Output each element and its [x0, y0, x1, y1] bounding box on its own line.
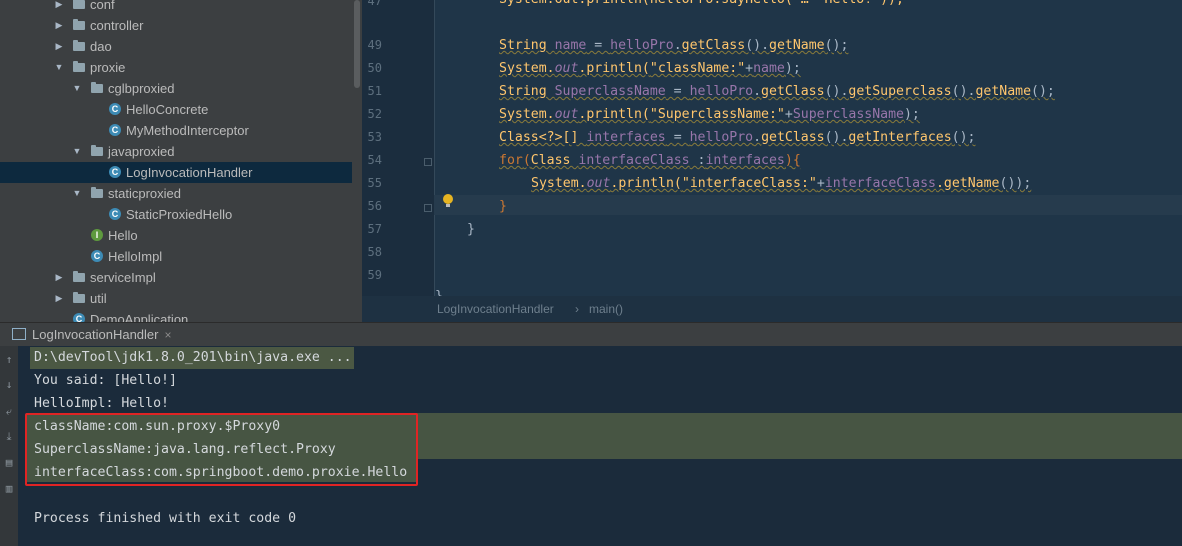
soft-wrap-icon[interactable]: ⤶ [3, 406, 15, 418]
arrow-down-icon[interactable]: ↓ [3, 379, 15, 391]
breadcrumb: LogInvocationHandler › main() [362, 296, 1182, 322]
chevron-right-icon[interactable]: ▶ [54, 15, 64, 36]
chevron-right-icon[interactable]: ▶ [54, 0, 64, 15]
fold-marker[interactable] [424, 158, 432, 166]
chevron-right-icon[interactable]: ▶ [54, 36, 64, 57]
tree-item-staticproxied[interactable]: ▼ staticproxied [0, 183, 352, 204]
breadcrumb-class[interactable]: LogInvocationHandler [437, 296, 554, 322]
chevron-down-icon[interactable]: ▼ [72, 183, 82, 204]
line-number: 59 [367, 268, 382, 282]
tree-item-serviceimpl[interactable]: ▶ serviceImpl [0, 267, 352, 288]
tree-item-loginvocationhandler[interactable]: C LogInvocationHandler [0, 162, 352, 183]
tree-item-helloconcrete[interactable]: C HelloConcrete [0, 99, 352, 120]
chevron-down-icon[interactable]: ▼ [72, 141, 82, 162]
fold-marker[interactable] [424, 204, 432, 212]
console-line: You said: [Hello!] [34, 373, 177, 388]
tree-item-conf[interactable]: ▶ conf [0, 0, 352, 15]
class-icon: C [109, 166, 121, 178]
code-line-56: } [499, 199, 507, 214]
project-tree: ▶ conf ▶ controller ▶ dao ▼ proxie ▼ cgl… [0, 0, 362, 322]
line-number: 54 [367, 153, 382, 167]
class-icon: C [109, 208, 121, 220]
class-icon: C [109, 103, 121, 115]
folder-icon [91, 82, 103, 93]
class-icon: C [109, 124, 121, 136]
run-tool-window-header: LogInvocationHandler × [0, 322, 1182, 347]
console-line: Process finished with exit code 0 [34, 511, 297, 526]
code-line-51: String SuperclassName = helloPro.getClas… [499, 84, 1055, 99]
folder-icon [73, 292, 85, 303]
folder-icon [91, 145, 103, 156]
folder-icon [73, 61, 85, 72]
chevron-right-icon[interactable]: ▶ [54, 267, 64, 288]
breadcrumb-separator: › [575, 302, 579, 316]
folder-icon [73, 271, 85, 282]
line-number: 56 [367, 199, 382, 213]
tree-item-util[interactable]: ▶ util [0, 288, 352, 309]
line-number: 47 [367, 0, 382, 8]
folder-icon [91, 187, 103, 198]
code-line-55: System.out.println("interfaceClass:"+int… [531, 176, 1032, 191]
interface-icon: I [91, 229, 103, 241]
tree-item-javaproxied[interactable]: ▼ javaproxied [0, 141, 352, 162]
code-line-60: } [435, 287, 443, 296]
line-number: 52 [367, 107, 382, 121]
code-line-57: } [467, 222, 475, 237]
console-line: HelloImpl: Hello! [34, 396, 169, 411]
tree-item-demoapplication[interactable]: C DemoApplication [0, 309, 352, 322]
console-line: D:\devTool\jdk1.8.0_201\bin\java.exe ... [34, 350, 352, 365]
line-number: 49 [367, 38, 382, 52]
code-line-49: String name = helloPro.getClass().getNam… [499, 38, 849, 53]
tree-item-mymethodinterceptor[interactable]: C MyMethodInterceptor [0, 120, 352, 141]
line-number: 53 [367, 130, 382, 144]
code-line-52: System.out.println("SuperclassName:"+Sup… [499, 107, 920, 122]
lightbulb-icon[interactable] [442, 194, 454, 208]
line-number: 50 [367, 61, 382, 75]
code-line-54: for(Class interfaceClass :interfaces){ [499, 153, 801, 168]
code-line-53: Class<?>[] interfaces = helloPro.getClas… [499, 130, 976, 145]
annotation-highlight-box [25, 413, 418, 486]
run-console[interactable]: ↑ ↓ ⤶ ⤓ ▤ ▥ D:\devTool\jdk1.8.0_201\bin\… [0, 346, 1182, 546]
folder-icon [73, 40, 85, 51]
trash-icon[interactable]: ▥ [3, 483, 15, 495]
close-icon[interactable]: × [164, 328, 171, 342]
print-icon[interactable]: ▤ [3, 457, 15, 469]
tree-item-hello[interactable]: I Hello [0, 225, 352, 246]
tree-item-dao[interactable]: ▶ dao [0, 36, 352, 57]
breadcrumb-method[interactable]: main() [589, 296, 623, 322]
run-tab[interactable]: LogInvocationHandler × [0, 323, 180, 347]
tree-item-staticproxiedhello[interactable]: C StaticProxiedHello [0, 204, 352, 225]
scroll-to-end-icon[interactable]: ⤓ [3, 431, 15, 443]
code-line-47: System.out.println(helloPro.sayHello("…"… [499, 0, 904, 10]
tree-item-helloimpl[interactable]: C HelloImpl [0, 246, 352, 267]
tree-item-proxie[interactable]: ▼ proxie [0, 57, 352, 78]
class-icon: C [73, 313, 85, 322]
run-config-icon [12, 328, 26, 340]
chevron-down-icon[interactable]: ▼ [72, 78, 82, 99]
console-toolbar: ↑ ↓ ⤶ ⤓ ▤ ▥ [0, 346, 18, 546]
code-editor[interactable]: 47 49 50 51 52 53 54 55 56 57 58 59 Syst… [362, 0, 1182, 296]
class-icon: C [91, 250, 103, 262]
run-tab-label: LogInvocationHandler [32, 327, 159, 342]
line-number: 55 [367, 176, 382, 190]
line-number: 57 [367, 222, 382, 236]
gutter-divider [434, 0, 435, 296]
arrow-up-icon[interactable]: ↑ [3, 354, 15, 366]
chevron-down-icon[interactable]: ▼ [54, 57, 64, 78]
line-number: 58 [367, 245, 382, 259]
current-line-highlight [434, 195, 1182, 215]
tree-scrollbar[interactable] [354, 0, 360, 88]
chevron-right-icon[interactable]: ▶ [54, 288, 64, 309]
line-number: 51 [367, 84, 382, 98]
code-line-50: System.out.println("className:"+name); [499, 61, 801, 76]
folder-icon [73, 19, 85, 30]
tree-item-controller[interactable]: ▶ controller [0, 15, 352, 36]
folder-icon [73, 0, 85, 9]
tree-item-cglbproxied[interactable]: ▼ cglbproxied [0, 78, 352, 99]
